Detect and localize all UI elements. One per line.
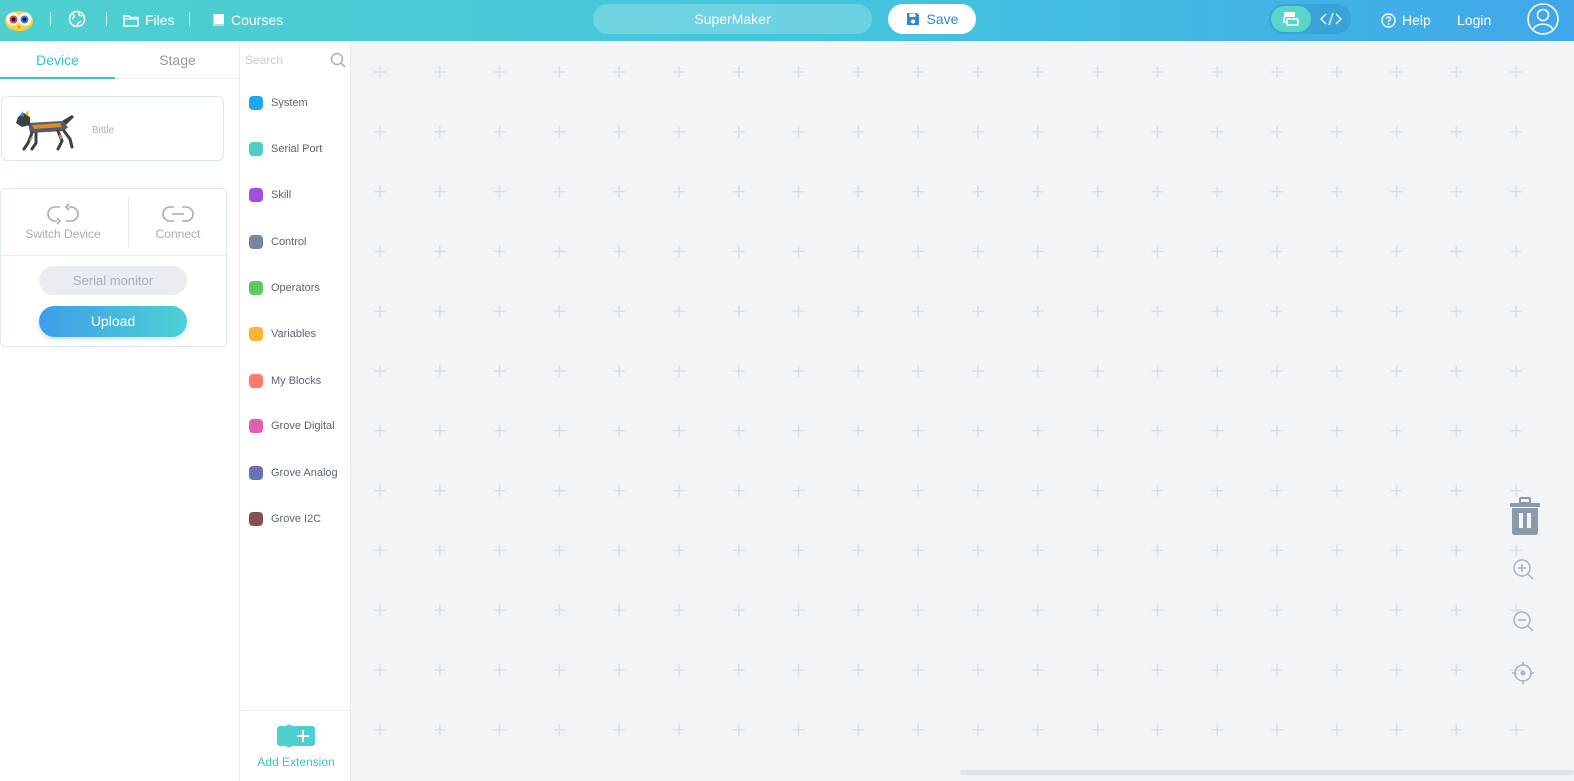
category-label: Operators bbox=[271, 282, 320, 294]
serial-monitor-button[interactable]: Serial monitor bbox=[39, 266, 187, 295]
category-color-dot bbox=[249, 235, 263, 249]
help-label: Help bbox=[1402, 12, 1431, 28]
category-color-dot bbox=[249, 419, 263, 433]
workspace-grid bbox=[374, 66, 1523, 736]
add-extension-button[interactable]: Add Extension bbox=[241, 710, 351, 781]
zoom-out-icon[interactable] bbox=[1508, 606, 1538, 636]
code-mode-button[interactable] bbox=[1317, 8, 1345, 30]
category-item[interactable]: Control bbox=[249, 232, 306, 252]
add-extension-label: Add Extension bbox=[257, 755, 335, 769]
category-item[interactable]: System bbox=[249, 93, 308, 113]
category-label: Control bbox=[271, 236, 307, 248]
category-color-dot bbox=[249, 142, 263, 156]
files-label: Files bbox=[145, 12, 175, 28]
category-item[interactable]: Variables bbox=[249, 324, 316, 344]
separator bbox=[189, 12, 190, 26]
blocks-icon bbox=[1283, 12, 1299, 26]
save-label: Save bbox=[926, 11, 959, 27]
category-label: Grove I2C bbox=[271, 513, 322, 525]
connect-label: Connect bbox=[155, 227, 201, 241]
category-color-dot bbox=[249, 327, 263, 341]
link-icon bbox=[162, 206, 194, 222]
block-search-input[interactable] bbox=[245, 49, 325, 71]
category-label: System bbox=[271, 97, 308, 109]
panel-tabs: Device Stage bbox=[0, 41, 240, 79]
code-icon bbox=[1319, 12, 1343, 26]
tab-device[interactable]: Device bbox=[0, 41, 115, 79]
files-menu[interactable]: Files bbox=[123, 10, 175, 30]
top-bar: Files Courses SuperMaker Save Help Login bbox=[0, 0, 1574, 41]
project-name-field[interactable]: SuperMaker bbox=[593, 4, 872, 34]
category-item[interactable]: Skill bbox=[249, 185, 291, 205]
folder-icon bbox=[123, 14, 139, 27]
category-label: Grove Digital bbox=[271, 420, 335, 432]
help-button[interactable]: Help bbox=[1381, 10, 1431, 30]
courses-menu[interactable]: Courses bbox=[212, 10, 283, 30]
category-item[interactable]: Grove Analog bbox=[249, 463, 338, 483]
user-avatar-icon[interactable] bbox=[1527, 3, 1559, 35]
category-item[interactable]: Serial Port bbox=[249, 139, 322, 159]
switch-device-button[interactable]: Switch Device bbox=[7, 199, 119, 251]
login-button[interactable]: Login bbox=[1457, 10, 1491, 30]
search-icon[interactable] bbox=[330, 52, 346, 68]
switch-device-label: Switch Device bbox=[25, 227, 101, 241]
globe-icon[interactable] bbox=[68, 10, 86, 28]
block-categories-panel: System Serial Port Skill Control Operators Va… bbox=[241, 41, 351, 781]
code-workspace[interactable] bbox=[351, 41, 1574, 781]
category-label: Variables bbox=[271, 328, 317, 340]
category-label: Grove Analog bbox=[271, 467, 338, 479]
separator bbox=[106, 12, 107, 26]
divider bbox=[1, 255, 226, 256]
help-icon bbox=[1381, 12, 1396, 28]
category-color-dot bbox=[249, 466, 263, 480]
category-label: My Blocks bbox=[271, 375, 322, 387]
category-item[interactable]: Operators bbox=[249, 278, 320, 298]
category-color-dot bbox=[249, 96, 263, 110]
blocks-mode-button[interactable] bbox=[1271, 6, 1311, 32]
connect-button[interactable]: Connect bbox=[122, 199, 234, 251]
switch-icon bbox=[47, 203, 79, 225]
bittle-robot-dog-icon bbox=[16, 110, 74, 151]
device-card[interactable]: Bittle bbox=[1, 96, 224, 161]
editor-mode-toggle bbox=[1269, 4, 1351, 34]
category-item[interactable]: Grove I2C bbox=[249, 509, 321, 529]
trash-icon[interactable] bbox=[1508, 496, 1542, 536]
reset-zoom-icon[interactable] bbox=[1508, 658, 1538, 688]
zoom-in-icon[interactable] bbox=[1508, 554, 1538, 584]
device-actions-card: Switch Device Connect Serial monitor Upl… bbox=[0, 188, 227, 347]
category-item[interactable]: Grove Digital bbox=[249, 416, 335, 436]
save-icon bbox=[906, 13, 919, 25]
owl-logo-icon[interactable] bbox=[4, 6, 34, 32]
book-icon bbox=[213, 13, 224, 26]
login-label: Login bbox=[1457, 12, 1492, 28]
save-button[interactable]: Save bbox=[888, 4, 976, 34]
category-color-dot bbox=[249, 188, 263, 202]
tab-stage[interactable]: Stage bbox=[120, 41, 235, 79]
category-color-dot bbox=[249, 281, 263, 295]
horizontal-scrollbar[interactable] bbox=[960, 770, 1574, 775]
category-color-dot bbox=[249, 374, 263, 388]
device-name: Bittle bbox=[92, 125, 115, 136]
category-label: Serial Port bbox=[271, 143, 323, 155]
courses-label: Courses bbox=[231, 12, 284, 28]
category-color-dot bbox=[249, 512, 263, 526]
device-panel: Device Stage Bittle Switch Device Connec… bbox=[0, 41, 240, 781]
upload-button[interactable]: Upload bbox=[39, 306, 187, 337]
category-label: Skill bbox=[271, 189, 292, 201]
category-item[interactable]: My Blocks bbox=[249, 371, 321, 391]
add-extension-icon bbox=[277, 724, 315, 748]
separator bbox=[50, 12, 51, 26]
